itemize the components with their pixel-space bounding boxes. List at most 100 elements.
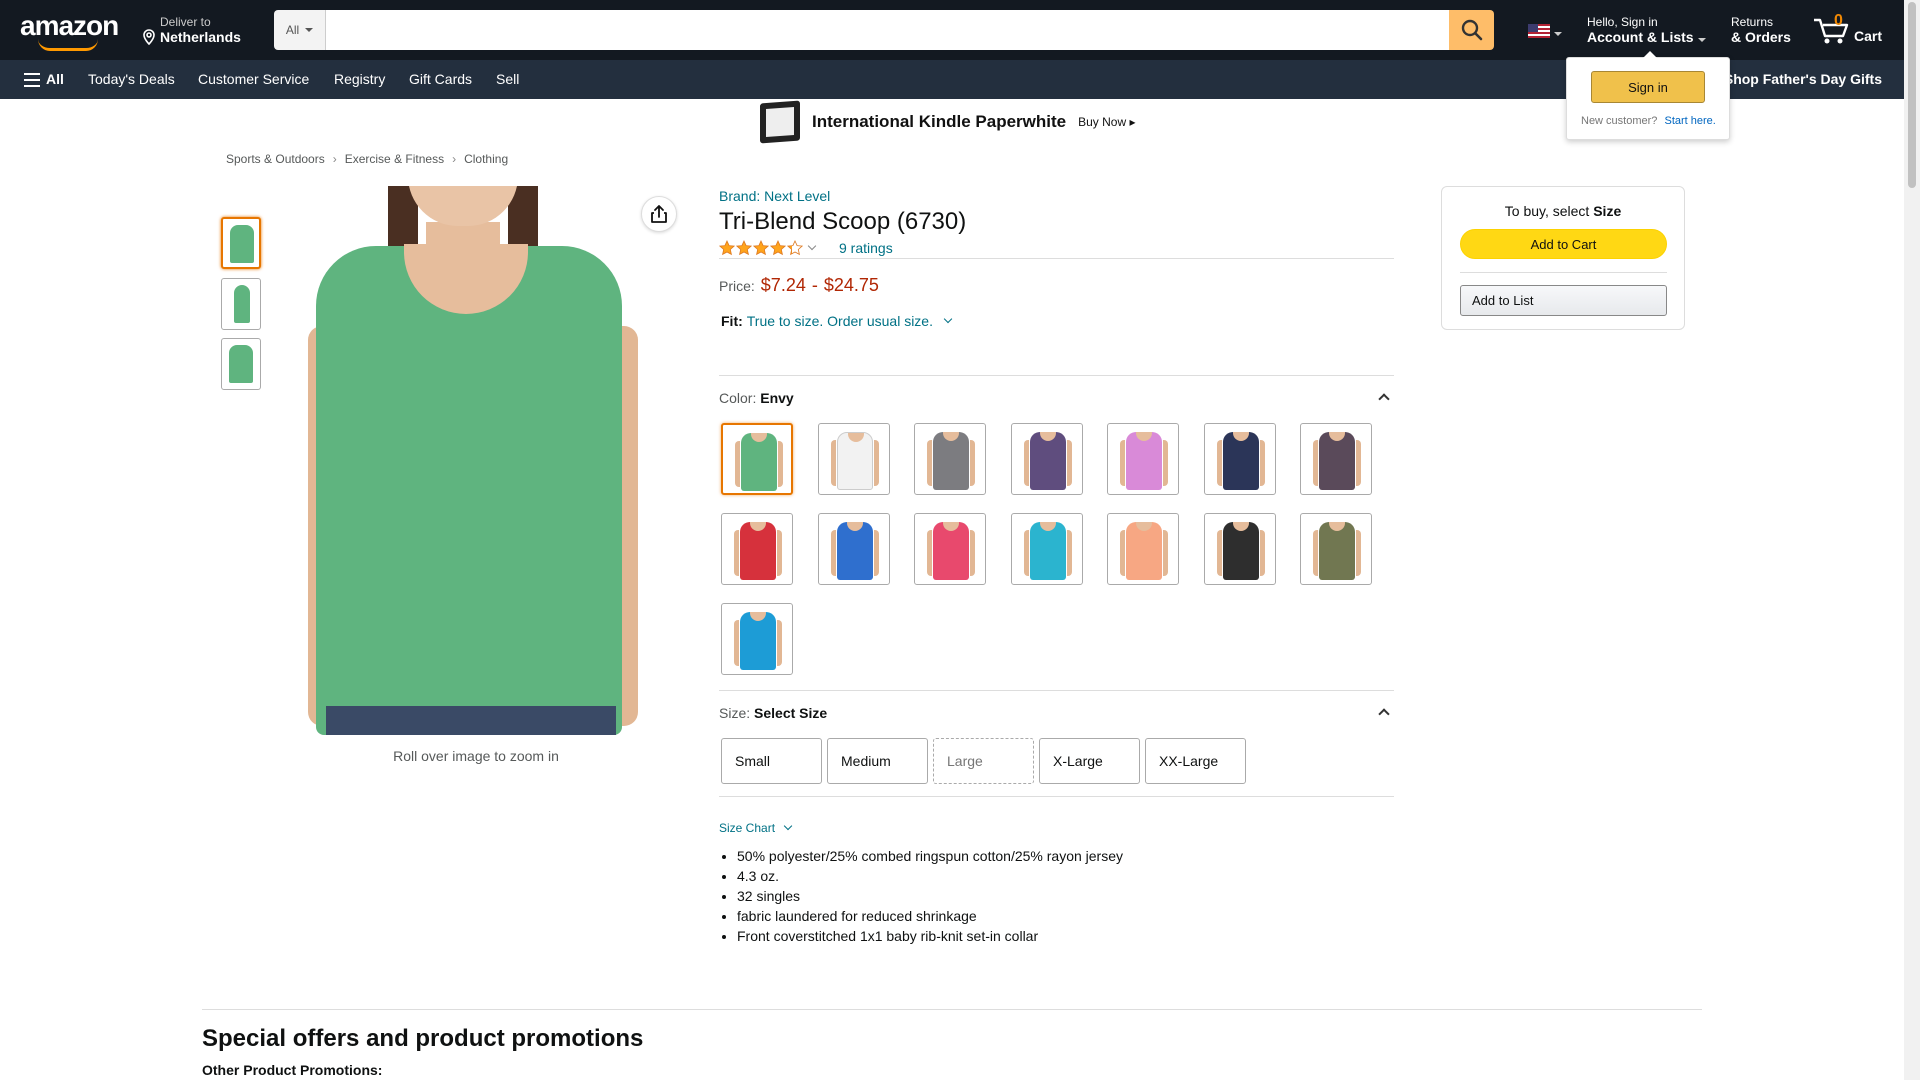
feature-bullet: 32 singles bbox=[737, 886, 1123, 906]
color-swatch[interactable] bbox=[1203, 423, 1276, 495]
product-main-image[interactable] bbox=[308, 186, 638, 735]
color-swatch[interactable] bbox=[817, 423, 890, 495]
ratings-count-link[interactable]: 9 ratings bbox=[839, 240, 893, 256]
nav-fathers-day-promo[interactable]: Shop Father's Day Gifts bbox=[1724, 71, 1882, 87]
nav-all[interactable]: All bbox=[46, 71, 64, 87]
color-swatch[interactable] bbox=[1300, 513, 1372, 585]
color-swatch[interactable] bbox=[1107, 423, 1179, 495]
account-label: Account & Lists bbox=[1587, 29, 1694, 45]
search-button[interactable] bbox=[1449, 10, 1494, 50]
buy-box: To buy, select Size Add to Cart Add to L… bbox=[1441, 186, 1685, 330]
price-separator: - bbox=[811, 275, 818, 295]
deliver-to-label: Deliver to bbox=[160, 15, 211, 29]
size-label: Size: bbox=[719, 705, 751, 721]
cart-button[interactable]: 0 Cart bbox=[1812, 12, 1886, 48]
amazon-logo[interactable]: amazon bbox=[20, 12, 122, 51]
color-swatch[interactable] bbox=[817, 513, 890, 585]
signin-flyout: Sign in New customer? Start here. bbox=[1566, 51, 1730, 140]
color-swatch[interactable] bbox=[1010, 513, 1083, 585]
size-option-small[interactable]: Small bbox=[721, 738, 822, 784]
brand-link[interactable]: Brand: Next Level bbox=[719, 188, 830, 204]
add-to-list-button[interactable]: Add to List bbox=[1460, 285, 1667, 316]
breadcrumb: Sports & Outdoors › Exercise & Fitness ›… bbox=[226, 152, 508, 166]
returns-label: Returns bbox=[1731, 15, 1774, 29]
color-swatch[interactable] bbox=[1107, 513, 1179, 585]
account-greeting: Hello, Sign in bbox=[1587, 15, 1658, 29]
fit-info[interactable]: Fit: True to size. Order usual size. bbox=[721, 313, 953, 329]
location-pin-icon bbox=[143, 29, 155, 45]
thumbnail-side[interactable] bbox=[221, 278, 261, 330]
color-selected: Envy bbox=[760, 390, 794, 406]
search-icon bbox=[1461, 19, 1482, 41]
chevron-down-icon bbox=[783, 821, 793, 831]
price-high: $24.75 bbox=[823, 275, 879, 295]
color-swatch[interactable] bbox=[1300, 423, 1372, 495]
chevron-down-icon[interactable] bbox=[807, 241, 817, 251]
share-button[interactable] bbox=[641, 196, 677, 232]
breadcrumb-clothing[interactable]: Clothing bbox=[464, 152, 508, 166]
color-swatch[interactable] bbox=[914, 423, 986, 495]
chevron-down-icon bbox=[305, 28, 314, 32]
price-label: Price: bbox=[719, 278, 755, 294]
caret-down-icon bbox=[1697, 38, 1706, 42]
hamburger-menu-icon[interactable] bbox=[24, 73, 40, 87]
color-swatch[interactable] bbox=[1010, 423, 1083, 495]
returns-orders[interactable]: Returns & Orders bbox=[1731, 15, 1791, 45]
page-scrollbar[interactable] bbox=[1904, 0, 1920, 1080]
scrollbar-thumb[interactable] bbox=[1908, 2, 1916, 188]
color-swatch[interactable] bbox=[1203, 513, 1276, 585]
divider bbox=[719, 258, 1394, 259]
start-here-link[interactable]: Start here. bbox=[1664, 115, 1715, 127]
caret-down-icon bbox=[1554, 32, 1562, 36]
feature-bullet: 50% polyester/25% combed ringspun cotton… bbox=[737, 846, 1123, 866]
orders-label: & Orders bbox=[1731, 29, 1791, 45]
color-label: Color: bbox=[719, 390, 757, 406]
search-input[interactable] bbox=[326, 10, 1449, 50]
color-swatch[interactable] bbox=[721, 513, 793, 585]
breadcrumb-exercise-fitness[interactable]: Exercise & Fitness bbox=[345, 152, 444, 166]
search-bar: All bbox=[274, 10, 1494, 50]
account-menu[interactable]: Hello, Sign in Account & Lists bbox=[1587, 15, 1706, 45]
size-option-x-large[interactable]: X-Large bbox=[1039, 738, 1140, 784]
star-icon bbox=[770, 240, 786, 256]
top-nav: amazon Deliver to Netherlands All Hello,… bbox=[0, 0, 1904, 60]
add-to-cart-button[interactable]: Add to Cart bbox=[1460, 229, 1667, 259]
collapse-size-icon[interactable] bbox=[1378, 708, 1390, 720]
chevron-down-icon bbox=[943, 314, 953, 324]
collapse-color-icon[interactable] bbox=[1378, 393, 1390, 405]
search-category-label: All bbox=[285, 23, 300, 37]
banner-cta[interactable]: Buy Now ▸ bbox=[1078, 115, 1135, 129]
star-rating[interactable] bbox=[719, 240, 803, 256]
size-option-xx-large[interactable]: XX-Large bbox=[1145, 738, 1246, 784]
nav-todays-deals[interactable]: Today's Deals bbox=[88, 71, 175, 87]
color-swatch[interactable] bbox=[721, 423, 793, 495]
size-chart-link[interactable]: Size Chart bbox=[719, 821, 793, 835]
search-category-dropdown[interactable]: All bbox=[274, 10, 326, 50]
size-option-medium[interactable]: Medium bbox=[827, 738, 928, 784]
nav-customer-service[interactable]: Customer Service bbox=[198, 71, 309, 87]
language-selector[interactable] bbox=[1528, 24, 1562, 38]
thumbnail-back[interactable] bbox=[221, 338, 261, 390]
size-chart-label: Size Chart bbox=[719, 821, 776, 835]
deliver-to[interactable]: Deliver to Netherlands bbox=[142, 15, 241, 45]
color-swatch[interactable] bbox=[914, 513, 986, 585]
size-header: Size: Select Size bbox=[719, 705, 827, 721]
buy-box-prompt-size: Size bbox=[1593, 203, 1622, 219]
kindle-banner[interactable]: International Kindle Paperwhite Buy Now … bbox=[760, 100, 1140, 144]
cart-label: Cart bbox=[1854, 28, 1883, 44]
nav-sell[interactable]: Sell bbox=[496, 71, 519, 87]
breadcrumb-sports-outdoors[interactable]: Sports & Outdoors bbox=[226, 152, 325, 166]
new-customer-text: New customer? bbox=[1581, 115, 1658, 127]
nav-registry[interactable]: Registry bbox=[334, 71, 385, 87]
zoom-hint: Roll over image to zoom in bbox=[393, 748, 559, 764]
cart-count: 0 bbox=[1834, 12, 1843, 29]
feature-bullet: fabric laundered for reduced shrinkage bbox=[737, 906, 1123, 926]
nav-gift-cards[interactable]: Gift Cards bbox=[409, 71, 472, 87]
feature-bullet: Front coverstitched 1x1 baby rib-knit se… bbox=[737, 926, 1123, 946]
signin-button[interactable]: Sign in bbox=[1591, 71, 1705, 103]
size-option-large[interactable]: Large bbox=[933, 738, 1034, 784]
color-swatch[interactable] bbox=[721, 603, 793, 675]
thumbnail-front[interactable] bbox=[221, 217, 261, 269]
promotions-subheading: Other Product Promotions: bbox=[202, 1062, 383, 1078]
buy-box-prompt: To buy, select Size bbox=[1442, 203, 1684, 219]
